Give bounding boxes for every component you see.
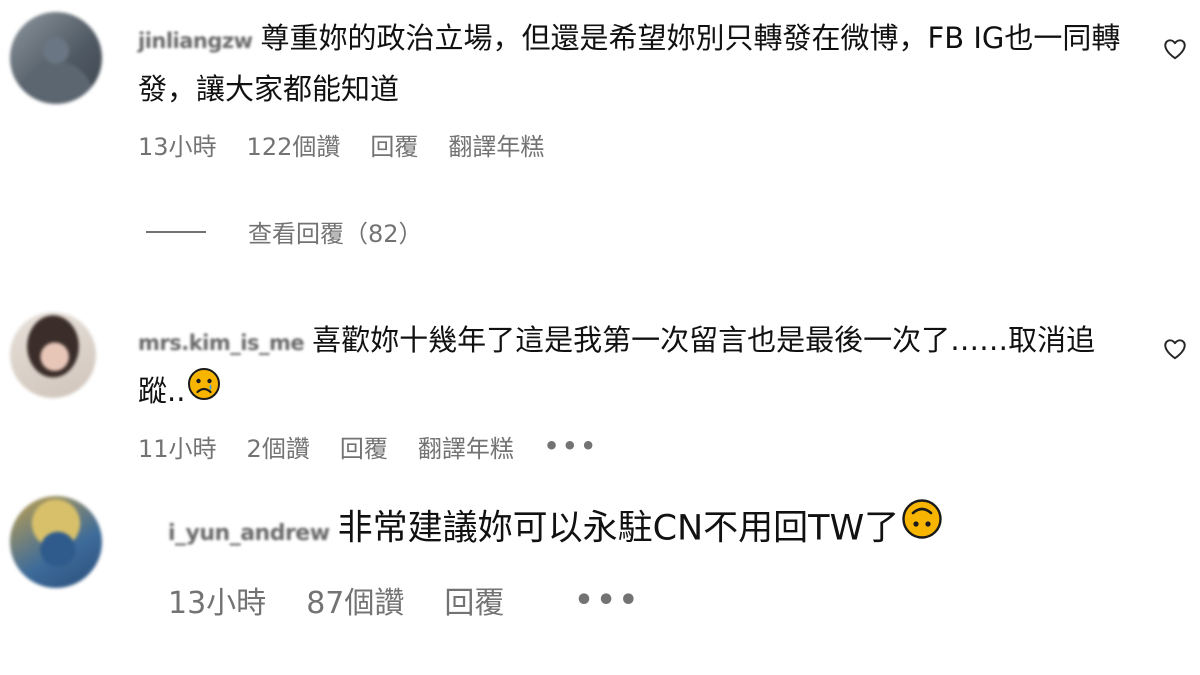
more-options-icon[interactable]: ••• — [544, 432, 599, 460]
comment-text: 非常建議妳可以永駐CN不用回TW了 — [337, 508, 900, 549]
view-replies-button[interactable]: 查看回覆（82） — [146, 214, 423, 249]
reply-button[interactable]: 回覆 — [444, 578, 504, 622]
sad-face-emoji-icon — [187, 367, 221, 415]
comment-time: 13小時 — [138, 132, 217, 161]
comment-likes[interactable]: 2個讚 — [247, 429, 310, 464]
heart-outline-icon[interactable] — [1162, 36, 1188, 62]
reply-button[interactable]: 回覆 — [340, 429, 388, 464]
translate-button[interactable]: 翻譯年糕 — [448, 127, 544, 162]
view-replies-label[interactable]: 查看回覆（82） — [248, 214, 423, 249]
reply-button[interactable]: 回覆 — [370, 127, 418, 162]
comment-username[interactable]: jinliangzw — [138, 17, 253, 65]
comment-meta: 11小時 2個讚 回覆 翻譯年糕 ••• — [138, 428, 629, 464]
comment-time: 13小時 — [168, 586, 267, 621]
comment-body: mrs.kim_is_me 喜歡妳十幾年了這是我第一次留言也是最後一次了……取消追… — [138, 316, 1128, 417]
comment-body: i_yun_andrew 非常建議妳可以永駐CN不用回TW了 — [168, 498, 1128, 562]
comment-likes[interactable]: 122個讚 — [247, 127, 341, 162]
upside-down-face-emoji-icon — [901, 498, 943, 557]
comment-username[interactable]: mrs.kim_is_me — [138, 319, 305, 367]
comment-likes[interactable]: 87個讚 — [306, 578, 404, 622]
heart-outline-icon[interactable] — [1162, 336, 1188, 362]
comment-body: jinliangzw 尊重妳的政治立場，但還是希望妳別只轉發在微博，FB IG也一… — [138, 14, 1128, 113]
avatar[interactable] — [10, 12, 102, 104]
avatar[interactable] — [10, 312, 96, 398]
comment-text: 尊重妳的政治立場，但還是希望妳別只轉發在微博，FB IG也一同轉發，讓大家都能知… — [138, 21, 1121, 106]
translate-button[interactable]: 翻譯年糕 — [418, 429, 514, 464]
comment-time: 11小時 — [138, 434, 217, 463]
avatar[interactable] — [10, 496, 102, 588]
divider-line — [146, 230, 206, 233]
comment-meta: 13小時 122個讚 回覆 翻譯年糕 — [138, 126, 574, 162]
comment-username[interactable]: i_yun_andrew — [168, 506, 330, 562]
comment-meta: 13小時 87個讚 回覆 ••• — [168, 578, 681, 622]
more-options-icon[interactable]: ••• — [574, 583, 641, 618]
